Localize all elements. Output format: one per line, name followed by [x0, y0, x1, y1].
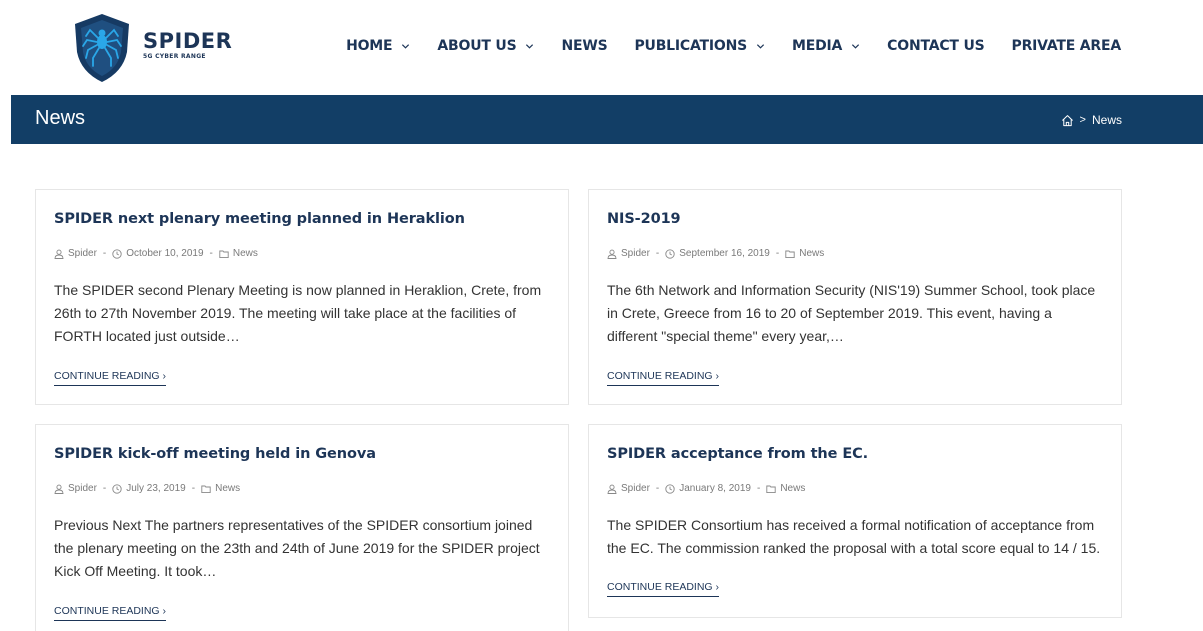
excerpt-line: in Crete, Greece from 16 to 20 of Septem… — [607, 305, 1052, 321]
nav-label: ABOUT US — [437, 38, 517, 54]
post-date: January 8, 2019 — [679, 483, 751, 494]
continue-reading-link[interactable]: CONTINUE READING › — [54, 370, 167, 386]
site-header: SPIDER 5G CYBER RANGE HOME ABOUT US NEWS… — [0, 0, 1203, 95]
nav-label: NEWS — [561, 38, 608, 54]
nav-item-news[interactable]: NEWS — [561, 38, 607, 54]
excerpt-line: The 6th Network and Information Security… — [607, 282, 1096, 298]
post-date: October 10, 2019 — [126, 248, 204, 259]
post-card: NIS-2019 Spider - September 16, 2019 - N… — [588, 189, 1122, 405]
post-meta: Spider - January 8, 2019 - News — [607, 483, 805, 494]
post-excerpt: The 6th Network and Information Security… — [607, 279, 1095, 348]
breadcrumb-separator: > — [1079, 114, 1086, 126]
post-category[interactable]: News — [233, 248, 258, 259]
nav-item-private-area[interactable]: PRIVATE AREA — [1011, 38, 1122, 54]
nav-item-about-us[interactable]: ABOUT US — [437, 38, 534, 54]
post-card: SPIDER kick-off meeting held in Genova S… — [35, 424, 569, 631]
nav-item-publications[interactable]: PUBLICATIONS — [634, 38, 765, 54]
post-author[interactable]: Spider — [68, 248, 97, 259]
post-meta: Spider - September 16, 2019 - News — [607, 248, 824, 259]
nav-item-media[interactable]: MEDIA — [792, 38, 860, 54]
excerpt-line: 26th to 27th November 2019. The meeting … — [54, 305, 517, 321]
post-category[interactable]: News — [799, 248, 824, 259]
post-author[interactable]: Spider — [621, 483, 650, 494]
post-category[interactable]: News — [215, 483, 240, 494]
chevron-down-icon — [852, 43, 860, 49]
excerpt-line: The SPIDER Consortium has received a for… — [607, 517, 1095, 533]
post-date: September 16, 2019 — [679, 248, 770, 259]
main-nav: HOME ABOUT US NEWS PUBLICATIONS MEDIA CO… — [319, 38, 1121, 54]
folder-icon — [201, 485, 211, 493]
excerpt-line: FORTH located just outside… — [54, 328, 240, 344]
spider-shield-icon — [75, 14, 129, 82]
continue-reading-link[interactable]: CONTINUE READING › — [607, 370, 720, 386]
nav-label: CONTACT US — [887, 38, 985, 54]
user-icon — [607, 484, 617, 494]
continue-reading-link[interactable]: CONTINUE READING › — [607, 581, 720, 597]
post-excerpt: The SPIDER Consortium has received a for… — [607, 514, 1100, 560]
nav-label: PUBLICATIONS — [634, 38, 747, 54]
post-card: SPIDER next plenary meeting planned in H… — [35, 189, 569, 405]
nav-item-home[interactable]: HOME — [346, 38, 410, 54]
user-icon — [54, 249, 64, 259]
continue-reading-link[interactable]: CONTINUE READING › — [54, 605, 167, 621]
post-title[interactable]: SPIDER acceptance from the EC. — [607, 446, 868, 462]
excerpt-line: Previous Next The partners representativ… — [54, 517, 533, 533]
post-title[interactable]: SPIDER kick-off meeting held in Genova — [54, 446, 376, 462]
folder-icon — [785, 250, 795, 258]
user-icon — [54, 484, 64, 494]
post-title[interactable]: SPIDER next plenary meeting planned in H… — [54, 211, 465, 227]
post-author[interactable]: Spider — [68, 483, 97, 494]
excerpt-line: the plenary meeting on the 23th and 24th… — [54, 540, 540, 556]
breadcrumb-current: News — [1091, 113, 1122, 127]
logo-title: SPIDER — [143, 29, 233, 53]
post-author[interactable]: Spider — [621, 248, 650, 259]
post-excerpt: Previous Next The partners representativ… — [54, 514, 540, 583]
nav-label: MEDIA — [792, 38, 843, 54]
nav-item-contact-us[interactable]: CONTACT US — [887, 38, 985, 54]
breadcrumb: > News — [1061, 113, 1122, 127]
post-meta: Spider - October 10, 2019 - News — [54, 248, 258, 259]
clock-icon — [112, 248, 122, 259]
page-title-bar: News > News — [11, 95, 1203, 144]
chevron-down-icon — [402, 43, 410, 49]
nav-label: HOME — [346, 38, 393, 54]
post-title[interactable]: NIS-2019 — [607, 211, 681, 227]
clock-icon — [665, 483, 675, 494]
excerpt-line: The SPIDER second Plenary Meeting is now… — [54, 282, 542, 298]
clock-icon — [665, 248, 675, 259]
page-title: News — [35, 107, 86, 129]
user-icon — [607, 249, 617, 259]
nav-label: PRIVATE AREA — [1011, 38, 1122, 54]
chevron-down-icon — [756, 43, 765, 49]
excerpt-line: the EC. The commission ranked the propos… — [607, 540, 1101, 556]
post-date: July 23, 2019 — [126, 483, 186, 494]
post-excerpt: The SPIDER second Plenary Meeting is now… — [54, 279, 541, 348]
excerpt-line: different "special theme" every year,… — [607, 328, 844, 344]
excerpt-line: Kick Off Meeting. It took… — [54, 563, 217, 579]
folder-icon — [219, 250, 229, 258]
folder-icon — [766, 485, 776, 493]
clock-icon — [112, 483, 122, 494]
site-logo[interactable]: SPIDER 5G CYBER RANGE — [71, 12, 232, 84]
post-meta: Spider - July 23, 2019 - News — [54, 483, 240, 494]
post-category[interactable]: News — [780, 483, 805, 494]
post-card: SPIDER acceptance from the EC. Spider - … — [588, 424, 1122, 618]
home-icon[interactable] — [1061, 114, 1074, 127]
logo-subtitle: 5G CYBER RANGE — [143, 53, 206, 60]
chevron-down-icon — [526, 43, 534, 49]
